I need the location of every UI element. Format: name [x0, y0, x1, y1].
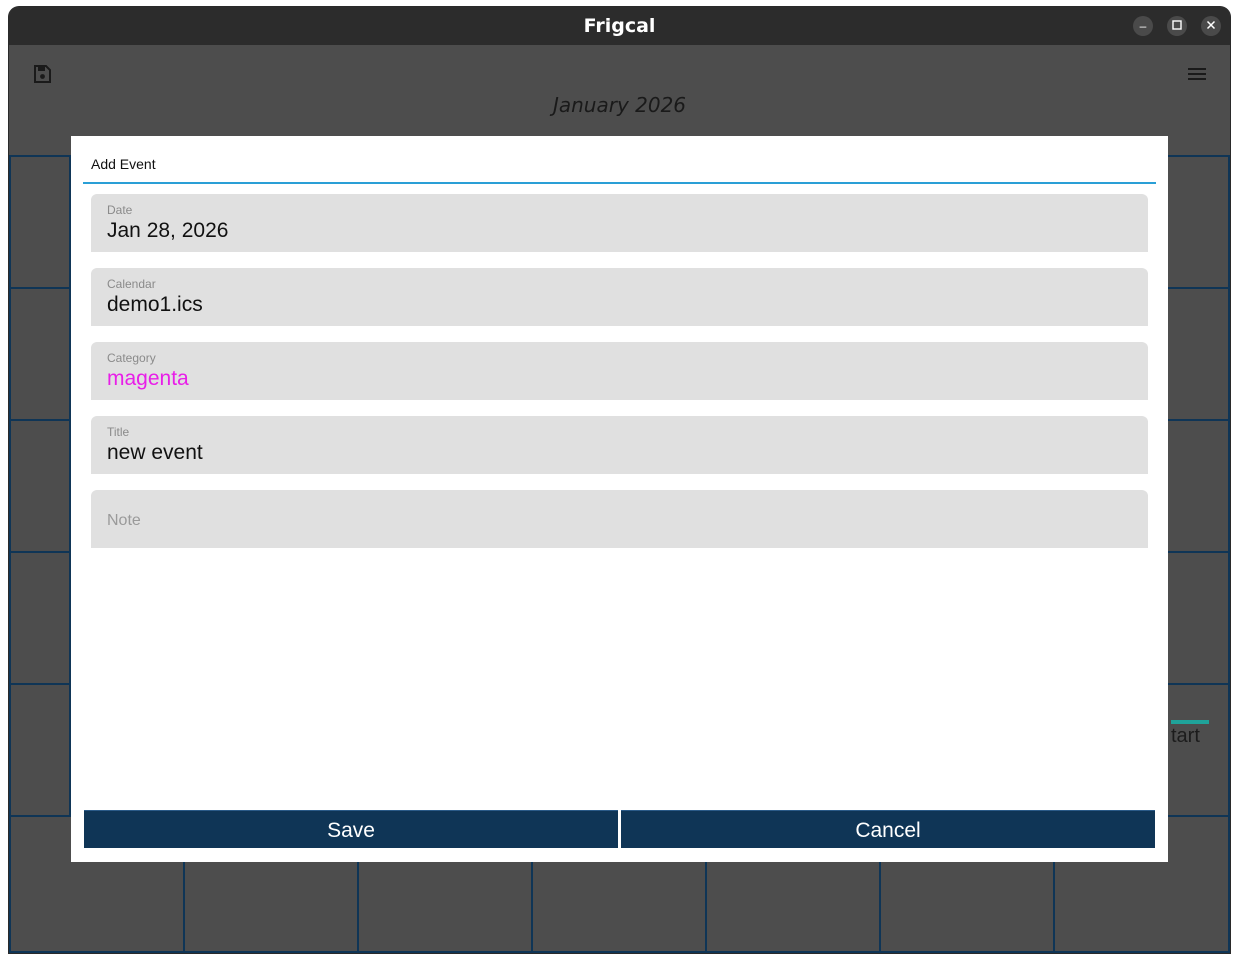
add-event-dialog: Add Event Date Jan 28, 2026 Calendar dem… — [71, 136, 1168, 862]
date-field-label: Date — [107, 203, 133, 217]
month-title: January 2026 — [552, 93, 687, 117]
minimize-button[interactable]: – — [1133, 16, 1153, 36]
dialog-title-divider — [83, 182, 1156, 184]
category-field-label: Category — [107, 351, 156, 365]
day-cell[interactable] — [1166, 155, 1230, 289]
calendar-field-label: Calendar — [107, 277, 156, 291]
save-button[interactable]: Save — [84, 810, 618, 848]
minimize-icon: – — [1139, 19, 1147, 33]
title-field-value: new event — [107, 441, 203, 464]
category-field[interactable]: Category magenta — [91, 342, 1148, 400]
hamburger-menu-icon — [1187, 66, 1207, 87]
day-cell[interactable] — [9, 155, 71, 289]
calendar-field[interactable]: Calendar demo1.ics — [91, 268, 1148, 326]
menu-button[interactable] — [1185, 64, 1209, 88]
save-toolbar-button[interactable] — [30, 64, 54, 88]
day-cell[interactable] — [1166, 287, 1230, 421]
day-cell[interactable] — [9, 551, 71, 685]
save-icon — [32, 64, 52, 89]
close-icon — [1206, 16, 1216, 36]
maximize-button[interactable] — [1167, 16, 1187, 36]
window-title: Frigcal — [583, 15, 656, 37]
dialog-title: Add Event — [91, 156, 156, 172]
day-cell[interactable] — [9, 683, 71, 817]
title-field[interactable]: Title new event — [91, 416, 1148, 474]
background-event-text: tart — [1171, 725, 1200, 747]
window-titlebar[interactable]: Frigcal – — [9, 7, 1230, 45]
note-field[interactable]: Note — [91, 490, 1148, 548]
note-field-placeholder: Note — [107, 512, 141, 529]
event-color-bar — [1171, 720, 1209, 724]
day-cell[interactable] — [1166, 551, 1230, 685]
category-field-value: magenta — [107, 367, 189, 390]
date-field[interactable]: Date Jan 28, 2026 — [91, 194, 1148, 252]
day-cell[interactable] — [1166, 419, 1230, 553]
calendar-field-value: demo1.ics — [107, 293, 203, 316]
date-field-value: Jan 28, 2026 — [107, 219, 229, 242]
day-cell[interactable] — [1166, 683, 1230, 817]
day-cell[interactable] — [9, 419, 71, 553]
cancel-button[interactable]: Cancel — [621, 810, 1155, 848]
close-button[interactable] — [1201, 16, 1221, 36]
day-cell[interactable] — [9, 287, 71, 421]
maximize-icon — [1172, 16, 1182, 36]
title-field-label: Title — [107, 425, 130, 439]
